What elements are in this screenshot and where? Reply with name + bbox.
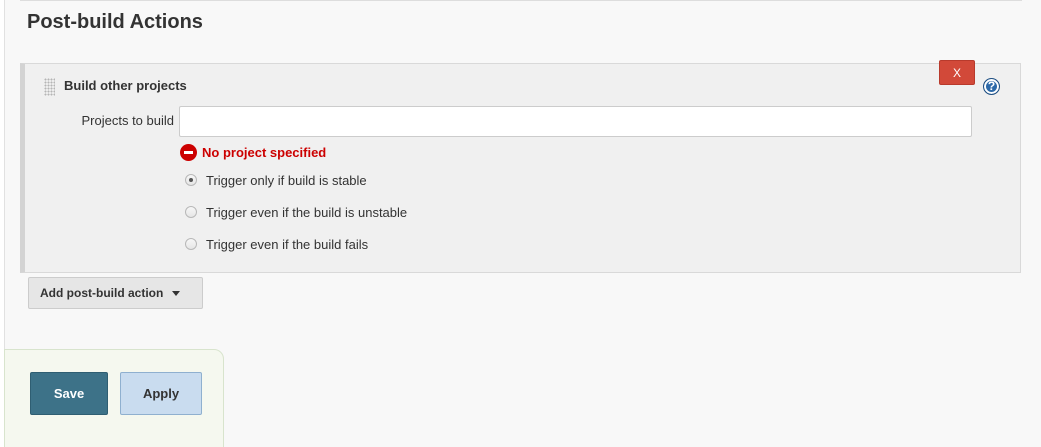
- post-build-actions-page: Post-build Actions Build other projects …: [0, 0, 1041, 447]
- trigger-option-unstable[interactable]: Trigger even if the build is unstable: [185, 203, 407, 221]
- drag-handle-icon[interactable]: [44, 78, 55, 96]
- radio-button[interactable]: [185, 206, 197, 218]
- help-icon[interactable]: ?: [983, 78, 1000, 95]
- caret-down-icon: [172, 291, 181, 297]
- delete-step-button[interactable]: X: [939, 60, 975, 85]
- section-title: Post-build Actions: [27, 11, 203, 33]
- projects-to-build-input[interactable]: [179, 106, 972, 137]
- trigger-option-fails[interactable]: Trigger even if the build fails: [185, 235, 368, 253]
- radio-button[interactable]: [185, 174, 197, 186]
- section-divider: [20, 0, 1022, 1]
- add-post-build-action-label: Add post-build action: [40, 286, 164, 300]
- validation-error: No project specified: [180, 143, 326, 161]
- projects-to-build-label: Projects to build: [81, 113, 175, 128]
- trigger-option-stable[interactable]: Trigger only if build is stable: [185, 171, 367, 189]
- trigger-option-label[interactable]: Trigger even if the build fails: [206, 237, 368, 252]
- trigger-option-label[interactable]: Trigger only if build is stable: [206, 173, 367, 188]
- apply-button[interactable]: Apply: [120, 372, 202, 415]
- build-other-projects-step: Build other projects X ? Projects to bui…: [20, 60, 1021, 273]
- save-button[interactable]: Save: [30, 372, 108, 415]
- step-title: Build other projects: [64, 78, 187, 93]
- radio-button[interactable]: [185, 238, 197, 250]
- add-post-build-action-button[interactable]: Add post-build action: [28, 277, 203, 309]
- error-message: No project specified: [202, 144, 327, 160]
- trigger-option-label[interactable]: Trigger even if the build is unstable: [206, 205, 407, 220]
- error-icon: [180, 143, 197, 161]
